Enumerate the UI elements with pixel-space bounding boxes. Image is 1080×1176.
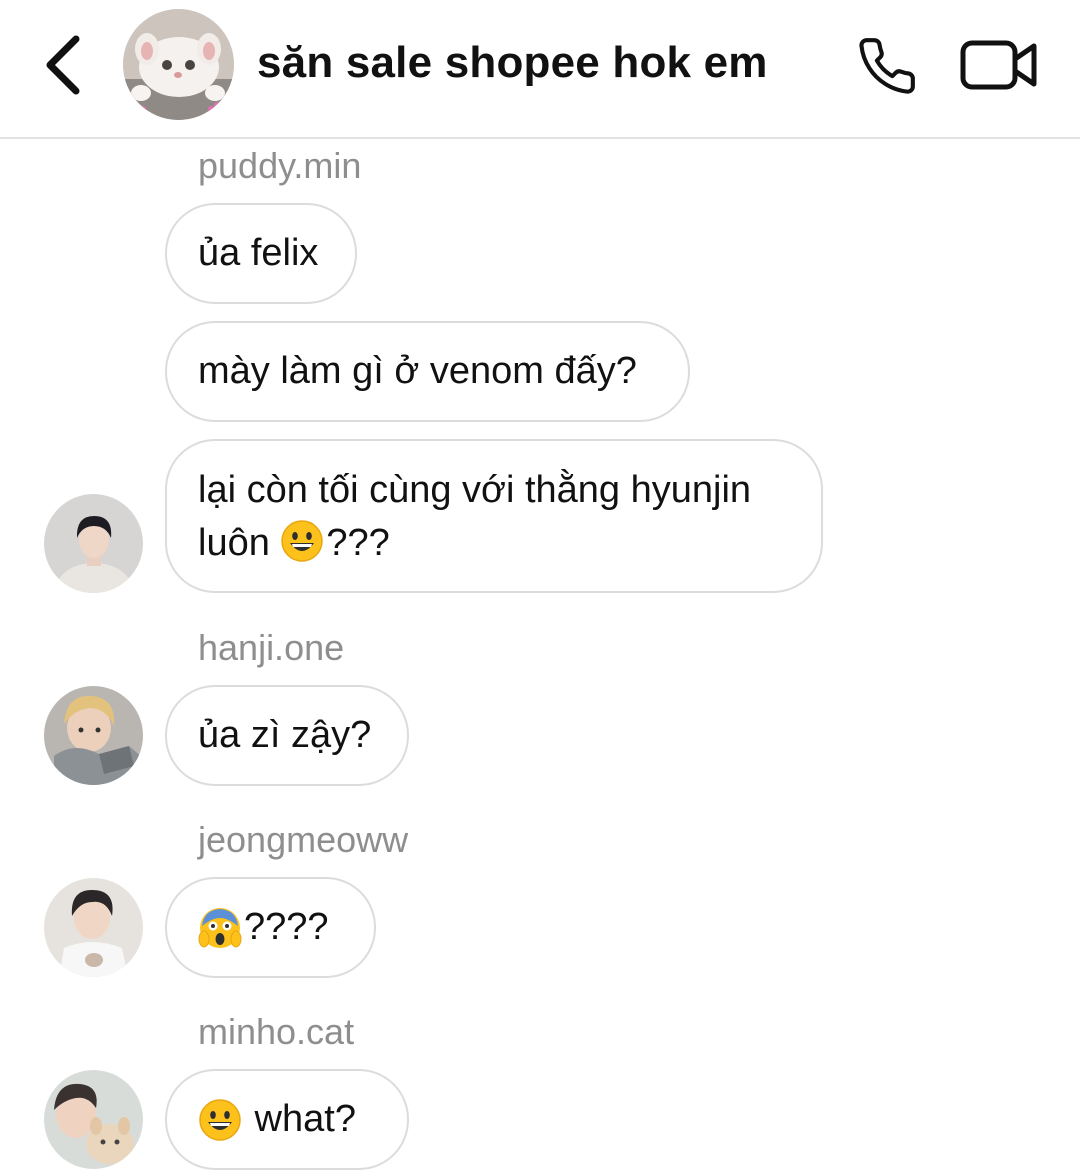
profile-photo-icon — [44, 878, 143, 977]
grinning-face-emoji-icon — [281, 520, 324, 562]
message-line: luôn — [198, 522, 270, 564]
sender-name: puddy.min — [198, 145, 362, 186]
chat-header: săn sale shopee hok em — [0, 0, 1080, 139]
avatar-jeongmeoww[interactable] — [44, 878, 143, 977]
voice-call-button[interactable] — [853, 33, 921, 99]
chat-title[interactable]: săn sale shopee hok em — [257, 38, 768, 88]
message-bubble[interactable]: mày làm gì ở venom đấy? — [165, 321, 690, 422]
message-bubble[interactable]: lại còn tối cùng với thằng hyunjin luôn … — [165, 439, 823, 593]
screaming-face-emoji-icon — [198, 907, 242, 948]
back-button[interactable] — [34, 30, 90, 100]
chevron-left-icon — [46, 35, 80, 95]
group-avatar[interactable] — [123, 9, 234, 120]
cat-photo-icon — [123, 9, 234, 120]
avatar-puddy-min[interactable] — [44, 494, 143, 593]
message-line: lại còn tối cùng với thằng hyunjin — [198, 469, 752, 511]
grinning-face-emoji-icon — [199, 1098, 241, 1141]
message-text: ???? — [244, 906, 329, 948]
message-bubble[interactable]: ???? — [165, 877, 376, 978]
sender-name: hanji.one — [198, 627, 345, 668]
video-camera-icon — [960, 40, 1037, 90]
sender-name: minho.cat — [198, 1011, 355, 1052]
message-suffix: ??? — [326, 522, 390, 564]
message-text: ủa zì zậy? — [198, 714, 372, 756]
avatar-minho-cat[interactable] — [44, 1070, 143, 1169]
profile-photo-icon — [44, 686, 143, 785]
message-text: mày làm gì ở venom đấy? — [198, 350, 637, 392]
profile-photo-icon — [44, 1070, 143, 1169]
video-call-button[interactable] — [958, 36, 1040, 94]
avatar-hanji-one[interactable] — [44, 686, 143, 785]
phone-icon — [859, 38, 915, 94]
sender-name: jeongmeoww — [198, 819, 409, 860]
profile-photo-icon — [44, 494, 143, 593]
message-bubble[interactable]: ủa felix — [165, 203, 357, 304]
message-text: lại còn tối cùng với thằng hyunjin luôn … — [198, 464, 751, 570]
message-text: ủa felix — [198, 232, 319, 274]
message-text: what? — [244, 1098, 356, 1140]
message-bubble[interactable]: ủa zì zậy? — [165, 685, 409, 786]
message-bubble[interactable]: what? — [165, 1069, 409, 1170]
